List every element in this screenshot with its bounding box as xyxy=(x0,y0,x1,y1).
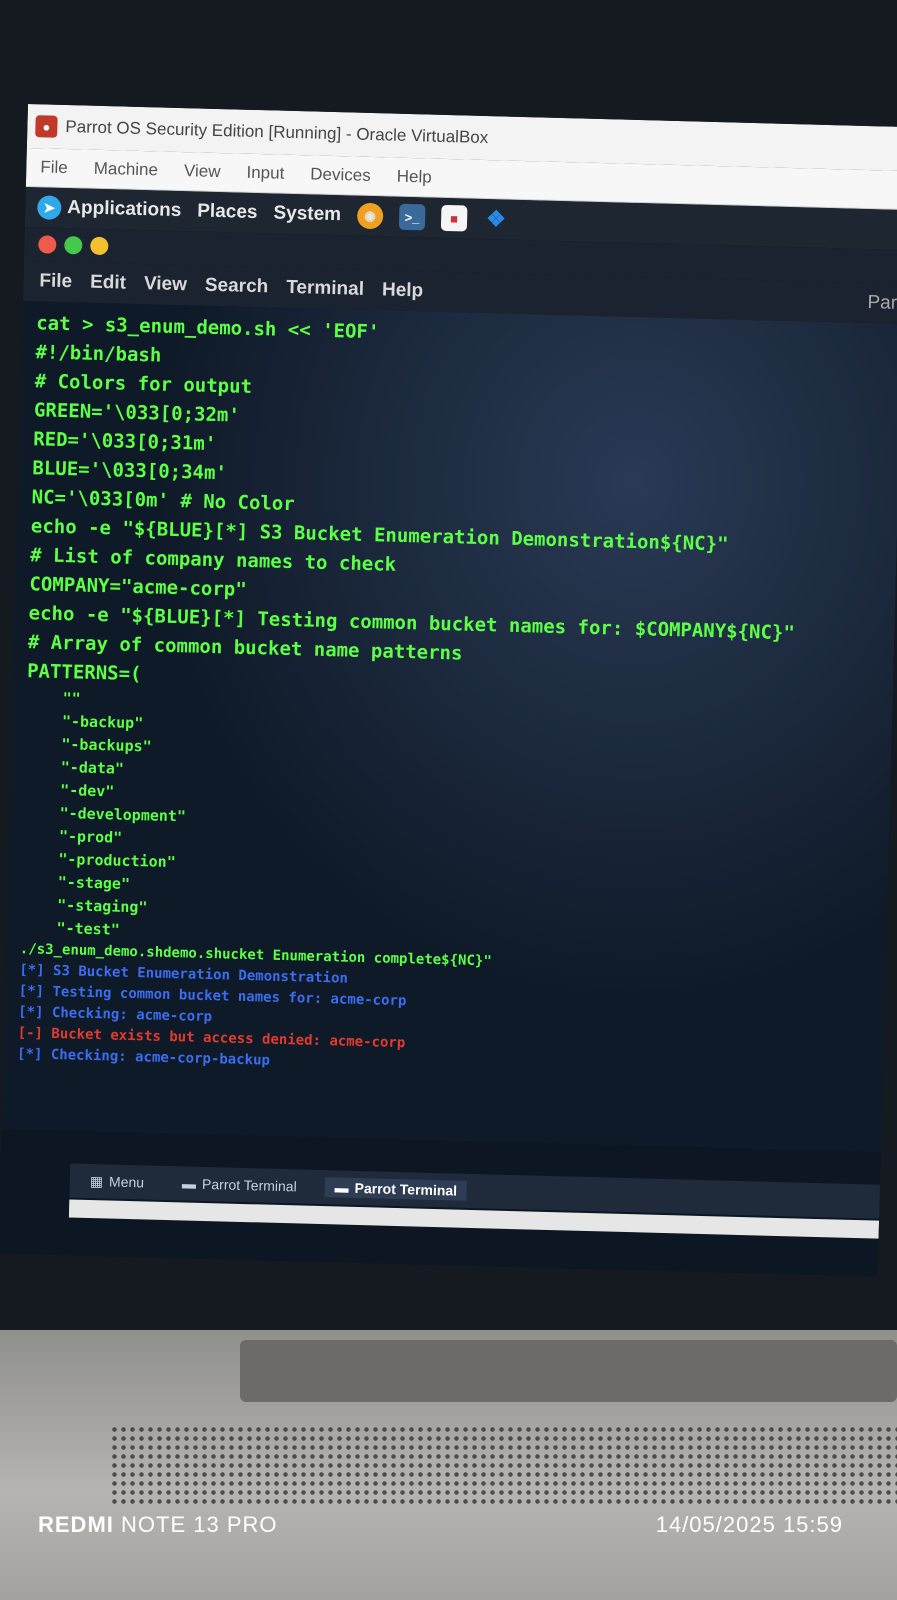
term-menu-file[interactable]: File xyxy=(39,270,72,293)
speaker-grille xyxy=(110,1425,897,1505)
places-menu[interactable]: Places xyxy=(197,200,258,224)
term-menu-edit[interactable]: Edit xyxy=(90,272,126,295)
taskbar-menu-button[interactable]: ▦ Menu xyxy=(80,1170,155,1193)
taskbar-task-terminal-1[interactable]: ▬ Parrot Terminal xyxy=(172,1173,307,1197)
watermark-model: NOTE 13 PRO xyxy=(121,1512,278,1537)
term-menu-help[interactable]: Help xyxy=(382,279,424,302)
vbox-menu-help[interactable]: Help xyxy=(396,167,431,188)
virtualbox-logo-icon: ● xyxy=(35,115,58,138)
firefox-icon[interactable]: ◉ xyxy=(356,202,384,230)
applications-label: Applications xyxy=(67,197,182,222)
parrot-logo-icon: ➤ xyxy=(36,195,62,220)
terminal-task-icon: ▬ xyxy=(181,1175,197,1192)
terminal-tab-title: Par xyxy=(867,292,897,314)
system-menu[interactable]: System xyxy=(273,202,341,226)
laptop-screen: ● Parrot OS Security Edition [Running] -… xyxy=(0,104,897,1277)
vbox-menu-input[interactable]: Input xyxy=(246,163,284,184)
vscode-icon[interactable]: ❖ xyxy=(482,205,510,233)
terminal-window: File Edit View Search Terminal Help Par … xyxy=(1,226,897,1152)
term-menu-search[interactable]: Search xyxy=(205,275,269,299)
close-button[interactable] xyxy=(38,235,57,254)
vbox-menu-file[interactable]: File xyxy=(40,157,68,178)
maximize-button[interactable] xyxy=(64,236,83,255)
minimize-button[interactable] xyxy=(90,236,109,256)
vbox-menu-machine[interactable]: Machine xyxy=(93,159,158,181)
taskbar-task-terminal-2[interactable]: ▬ Parrot Terminal xyxy=(324,1177,468,1201)
terminal-task-icon: ▬ xyxy=(334,1179,349,1196)
applications-menu[interactable]: ➤ Applications xyxy=(36,195,182,223)
terminal-launcher-icon[interactable]: >_ xyxy=(398,203,426,231)
window-title: Parrot OS Security Edition [Running] - O… xyxy=(65,116,489,148)
term-menu-terminal[interactable]: Terminal xyxy=(286,277,364,301)
taskbar-task-label: Parrot Terminal xyxy=(201,1175,297,1195)
vbox-menu-view[interactable]: View xyxy=(184,161,221,182)
camera-watermark-datetime: 14/05/2025 15:59 xyxy=(655,1512,843,1537)
laptop-hinge xyxy=(240,1340,897,1402)
file-icon[interactable]: ■ xyxy=(440,204,468,232)
taskbar-menu-label: Menu xyxy=(108,1173,145,1191)
taskbar-task-label: Parrot Terminal xyxy=(354,1179,458,1199)
camera-watermark-model: REDMI NOTE 13 PRO xyxy=(38,1512,278,1538)
grid-menu-icon: ▦ xyxy=(89,1172,104,1189)
terminal-output[interactable]: cat > s3_enum_demo.sh << 'EOF' #!/bin/ba… xyxy=(1,300,897,1152)
term-menu-view[interactable]: View xyxy=(144,273,188,296)
vbox-menu-devices[interactable]: Devices xyxy=(310,164,371,186)
watermark-brand: REDMI xyxy=(38,1512,114,1537)
